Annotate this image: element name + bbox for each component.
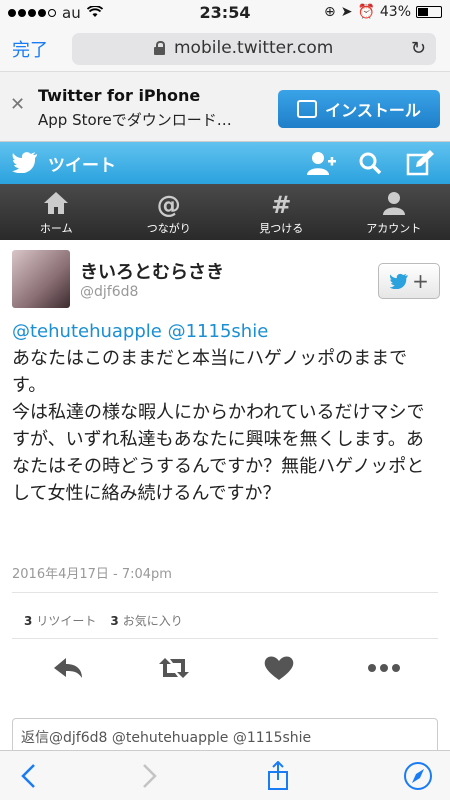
install-icon: [297, 100, 318, 118]
back-icon[interactable]: [14, 761, 46, 791]
twitter-header: ツイート: [0, 142, 450, 184]
retweet-count: 3: [24, 614, 33, 628]
home-icon: [0, 190, 113, 220]
nav-label-connect: つながり: [146, 222, 191, 235]
user-handle[interactable]: @djf6d8: [80, 284, 138, 300]
banner-subtitle: App Storeでダウンロード…: [38, 111, 232, 129]
main-nav: ホーム @ つながり # 見つける アカウント: [0, 184, 450, 240]
retweet-stat[interactable]: 3 リツイート: [24, 612, 96, 629]
divider: [12, 638, 438, 639]
twitter-bird-icon[interactable]: [12, 151, 38, 173]
add-user-icon[interactable]: [306, 150, 336, 176]
nav-label-discover: 見つける: [259, 222, 304, 235]
compass-icon[interactable]: [402, 761, 434, 791]
browser-toolbar: [0, 750, 450, 800]
retweet-stat-label: リツイート: [36, 614, 97, 628]
install-button[interactable]: インストール: [278, 90, 440, 128]
tweet-body: @tehutehuapple @1115shie あなたはこのままだと本当にハゲ…: [12, 318, 440, 507]
status-bar: au 23:54 ⊕ ➤ ⏰ 43%: [0, 0, 450, 26]
browser-url-bar: 完了 mobile.twitter.com ↻: [0, 26, 450, 72]
plus-icon: +: [412, 269, 429, 293]
compose-icon[interactable]: [406, 150, 436, 176]
banner-title: Twitter for iPhone: [38, 86, 201, 105]
share-icon[interactable]: [262, 761, 294, 791]
forward-icon[interactable]: [132, 761, 164, 791]
hash-icon: #: [271, 191, 292, 219]
person-icon: [338, 190, 450, 220]
favorite-count: 3: [110, 614, 119, 628]
mention-link[interactable]: @tehutehuapple: [12, 321, 162, 342]
favorite-heart-icon[interactable]: [263, 654, 295, 682]
tweet-date[interactable]: 2016年4月17日 - 7:04pm: [12, 563, 172, 582]
nav-label-home: ホーム: [39, 222, 73, 235]
orientation-lock-icon: ⊕: [323, 4, 336, 20]
nav-item-account[interactable]: アカウント: [338, 184, 450, 240]
battery-icon: [416, 6, 442, 18]
follow-button[interactable]: +: [378, 263, 440, 299]
done-button[interactable]: 完了: [12, 36, 48, 62]
search-icon[interactable]: [356, 150, 386, 176]
nav-item-connect[interactable]: @ つながり: [113, 184, 226, 240]
favorite-stat[interactable]: 3 お気に入り: [110, 612, 182, 629]
nav-item-home[interactable]: ホーム: [0, 184, 113, 240]
twitter-bird-icon: [389, 273, 408, 289]
retweet-icon[interactable]: [158, 654, 190, 682]
address-field[interactable]: mobile.twitter.com ↻: [72, 33, 436, 65]
app-banner: ✕ Twitter for iPhone App Storeでダウンロード… イ…: [0, 72, 450, 142]
tweet-text: あなたはこのままだと本当にハゲノッポのままです。 今は私達の様な暇人にからかわれて…: [12, 348, 425, 504]
install-label: インストール: [325, 101, 421, 120]
nav-label-account: アカウント: [366, 222, 422, 235]
reply-input[interactable]: 返信@djf6d8 @tehutehuapple @1115shie: [12, 718, 438, 754]
mention-link[interactable]: @1115shie: [168, 321, 269, 342]
page-title: ツイート: [48, 156, 116, 176]
lock-icon: [154, 41, 165, 55]
tweet-stats: 3 リツイート 3 お気に入り: [24, 612, 183, 629]
reload-icon[interactable]: ↻: [411, 38, 426, 59]
nav-item-discover[interactable]: # 見つける: [225, 184, 338, 240]
at-icon: @: [156, 191, 181, 219]
tweet-actions: [0, 648, 450, 688]
avatar[interactable]: [12, 250, 70, 308]
battery-percent: 43%: [379, 4, 411, 20]
user-name[interactable]: きいろとむらさき: [80, 258, 224, 284]
location-icon: ➤: [340, 4, 353, 20]
reply-icon[interactable]: [52, 654, 84, 682]
divider: [12, 592, 438, 593]
alarm-icon: ⏰: [357, 4, 375, 20]
url-text: mobile.twitter.com: [174, 38, 334, 58]
favorite-stat-label: お気に入り: [122, 614, 183, 628]
more-icon[interactable]: [368, 654, 400, 682]
close-banner-icon[interactable]: ✕: [10, 94, 25, 115]
